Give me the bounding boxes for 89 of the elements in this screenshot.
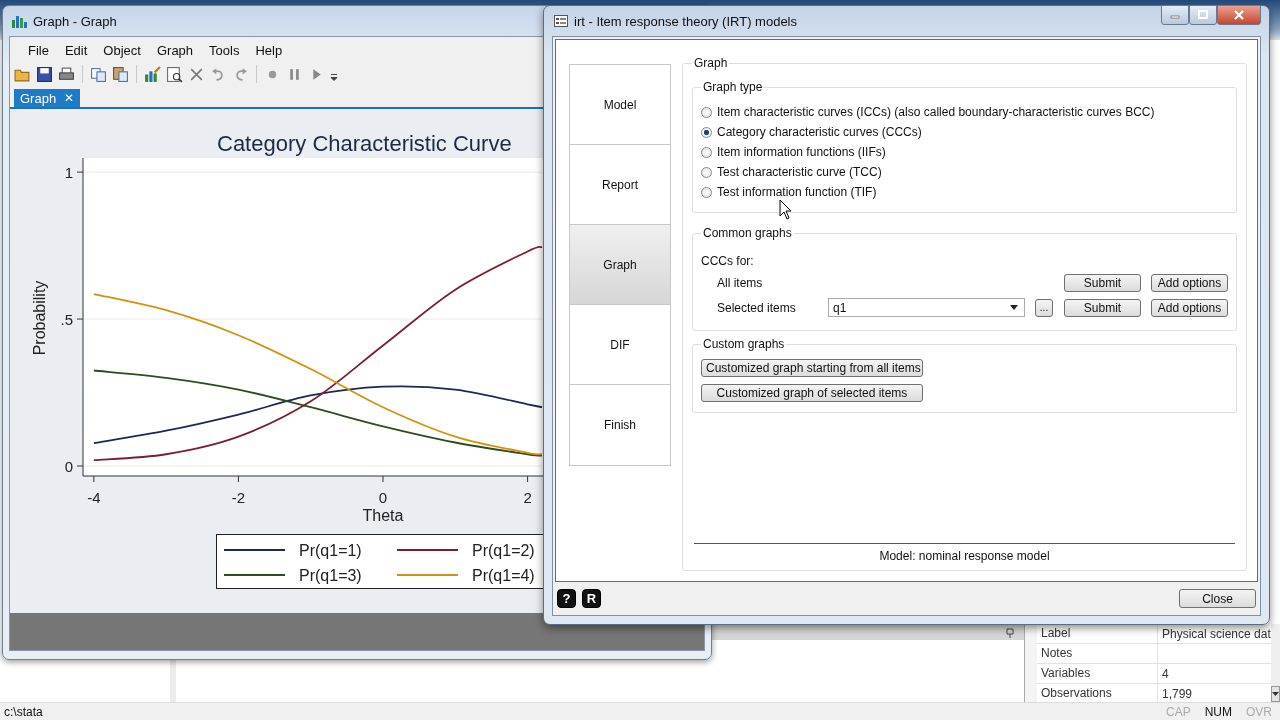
tick-label: 0 (378, 489, 388, 506)
radio-option[interactable]: Category characteristic curves (CCCs) (701, 122, 1228, 142)
tick-label: .5 (60, 311, 73, 329)
y-tick (76, 318, 84, 320)
print-icon[interactable] (58, 65, 75, 83)
action-button[interactable]: Add options (1151, 273, 1228, 292)
pin-icon[interactable] (1006, 627, 1014, 638)
y-tick (76, 171, 84, 173)
chart-title: Category Characteristic Curve (217, 131, 512, 156)
radio-circle[interactable] (701, 126, 712, 138)
x-tick (93, 475, 95, 483)
legend-label: Pr(q1=2) (472, 542, 535, 559)
radio-option[interactable]: Item characteristic curves (ICCs) (also called boundary-characteristic curves BCC) (701, 102, 1228, 122)
x-tick (382, 475, 384, 483)
status-indicator: CAP (1165, 704, 1191, 719)
group-title: Graph (693, 56, 729, 70)
action-button[interactable]: Submit (1064, 298, 1141, 317)
maximize-button[interactable] (1189, 5, 1217, 25)
minimize-button[interactable] (1161, 5, 1189, 25)
menu-item[interactable]: Tools (201, 42, 248, 58)
y-tick (76, 465, 84, 467)
form-icon (554, 15, 568, 27)
dropdown-arrow-icon[interactable] (1010, 305, 1018, 310)
window-title: Graph - Graph (33, 13, 117, 29)
legend-label: Pr(q1=4) (472, 567, 535, 584)
caret-down-icon[interactable] (1271, 692, 1279, 696)
radio-option[interactable]: Test information function (TIF) (701, 182, 1228, 202)
pointer-icon (779, 199, 792, 220)
save-icon[interactable] (36, 65, 53, 83)
nav-tab[interactable]: Graph (570, 225, 670, 305)
close-button[interactable] (1217, 5, 1261, 25)
radio-option[interactable]: Item information functions (IIFs) (701, 142, 1228, 162)
tick-label: -2 (231, 489, 246, 506)
action-button[interactable]: Customized graph starting from all items (701, 359, 923, 377)
section-label: CCCs for: (701, 253, 755, 270)
dropdown-field[interactable]: q1 (828, 298, 1025, 317)
x-tick (527, 475, 529, 483)
chart-edit-icon[interactable] (144, 65, 161, 83)
property-name: Notes (1037, 644, 1158, 663)
axis-title: Probability (31, 280, 48, 356)
property-name: Variables (1037, 664, 1158, 683)
action-button[interactable]: Submit (1064, 273, 1141, 292)
legend-label: Pr(q1=1) (299, 542, 362, 559)
status-indicator: OVR (1246, 704, 1272, 719)
group-title: Graph type (702, 80, 764, 94)
help-button[interactable]: ? (557, 589, 576, 608)
browse-button[interactable]: ... (1035, 298, 1053, 317)
close-tab-button[interactable]: ✕ (64, 91, 75, 105)
menu-item[interactable]: Edit (56, 42, 96, 58)
x-tick (237, 475, 239, 483)
axis-title: Theta (362, 507, 404, 524)
radio-circle[interactable] (701, 106, 712, 118)
scrollbar[interactable] (1270, 624, 1280, 702)
bar-chart-icon (11, 14, 27, 28)
tick-label: 1 (64, 164, 73, 182)
close-button[interactable]: Close (1179, 589, 1256, 608)
radio-option[interactable]: Test characteristic curve (TCC) (701, 162, 1228, 182)
tab[interactable]: Graph ✕ (14, 89, 81, 107)
group-title: Common graphs (702, 226, 793, 240)
tick-label: -4 (87, 489, 101, 506)
help-button[interactable]: R (582, 589, 601, 608)
status-indicator: NUM (1204, 704, 1232, 719)
menu-item[interactable]: Graph (148, 42, 202, 58)
property-value: 1,799 (1161, 686, 1194, 701)
copy-icon[interactable] (90, 65, 107, 83)
menu-item[interactable]: Help (247, 42, 291, 58)
menu-item[interactable]: Object (95, 42, 149, 58)
action-button[interactable]: Customized graph of selected items (701, 384, 923, 402)
property-value: Physical science dat (1161, 626, 1271, 641)
paste-icon[interactable] (112, 65, 129, 83)
window-title: irt - Item response theory (IRT) models (574, 13, 797, 29)
tick-label: 0 (64, 458, 73, 475)
radio-circle[interactable] (701, 146, 712, 158)
field-label: All items (717, 275, 764, 290)
menu-item[interactable]: File (20, 42, 57, 58)
action-button[interactable]: Add options (1151, 298, 1228, 317)
close-icon[interactable] (1233, 10, 1245, 20)
field-label: Selected items (717, 300, 797, 315)
radio-circle[interactable] (701, 186, 712, 198)
property-value: 4 (1161, 666, 1170, 681)
preview-icon[interactable] (166, 65, 183, 83)
group-title: Custom graphs (702, 337, 786, 351)
scroll-down-button[interactable] (1270, 686, 1280, 702)
legend-label: Pr(q1=3) (299, 567, 362, 584)
model-note: Model: nominal response model (878, 548, 1051, 565)
status-path: c:\stata (4, 704, 43, 719)
field-value: q1 (833, 300, 847, 315)
radio-circle[interactable] (701, 166, 712, 178)
tick-label: 2 (523, 489, 532, 506)
